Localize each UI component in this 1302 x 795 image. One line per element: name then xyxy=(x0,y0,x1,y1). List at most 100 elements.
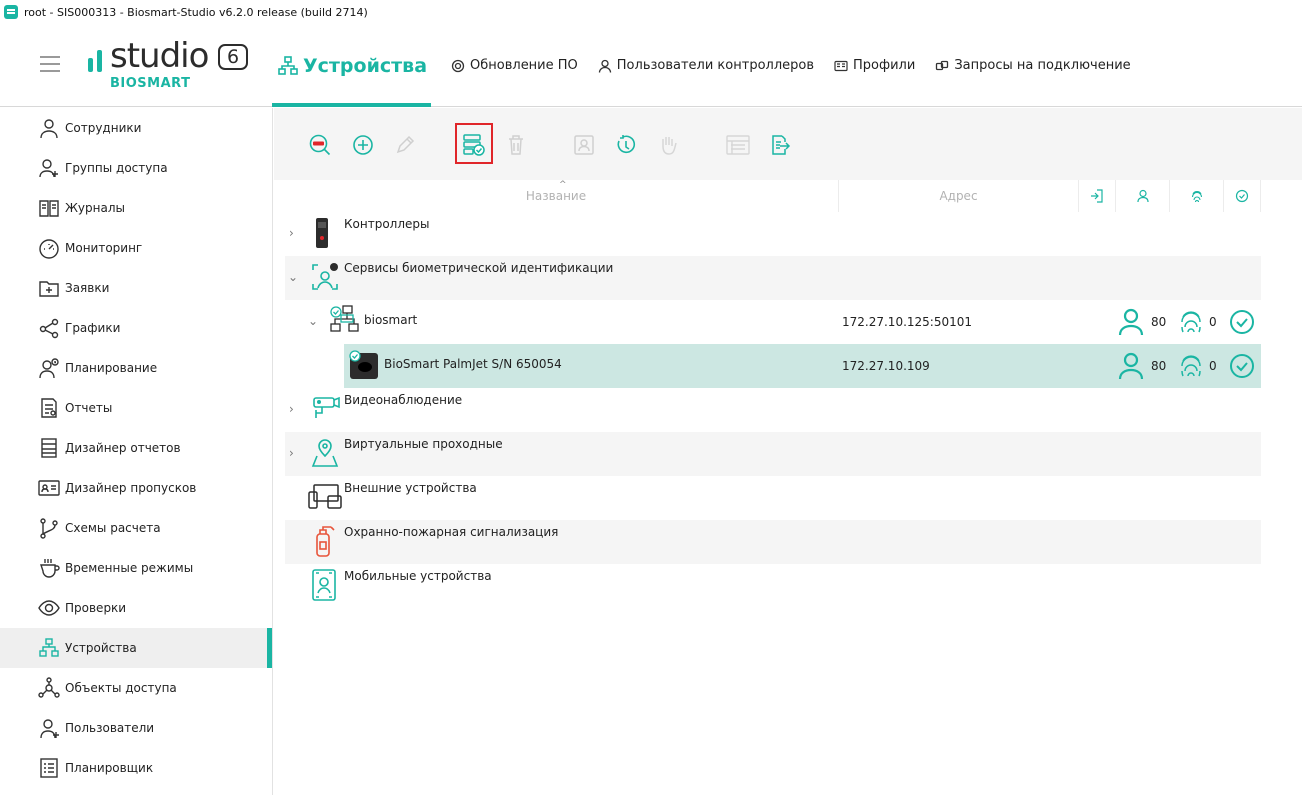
nav-tab-profiles[interactable]: Профили xyxy=(834,24,915,107)
chevron-right-icon[interactable]: › xyxy=(289,402,294,416)
nav-tab-label: Пользователи контроллеров xyxy=(616,58,815,73)
sidebar-item-label: Отчеты xyxy=(65,401,113,415)
window-title: root - SIS000313 - Biosmart-Studio v6.2.… xyxy=(24,5,368,19)
nav-tab-devices[interactable]: Устройства xyxy=(272,24,432,107)
server-network-icon xyxy=(330,305,359,332)
tree-row-biosmart[interactable]: ⌄ biosmart 172.27.10.125:50101 80 0 xyxy=(285,300,1261,344)
sidebar-item-label: Журналы xyxy=(65,201,125,215)
palmjet-device-icon xyxy=(349,350,378,379)
sidebar-item-5[interactable]: Графики xyxy=(0,308,272,348)
tree-row-fire[interactable]: Охранно-пожарная сигнализация xyxy=(285,520,1261,564)
sidebar-item-0[interactable]: Сотрудники xyxy=(0,108,272,148)
report-designer-icon xyxy=(38,437,60,459)
tree-row-external[interactable]: Внешние устройства xyxy=(285,476,1261,520)
sidebar-item-13[interactable]: Устройства xyxy=(0,628,272,668)
column-name-label: Название xyxy=(525,189,587,203)
book-icon xyxy=(38,197,60,219)
column-fingerprints[interactable] xyxy=(1170,180,1224,212)
sidebar-item-6[interactable]: Планирование xyxy=(0,348,272,388)
toolbar xyxy=(274,108,1302,180)
tree-row-controllers[interactable]: › Контроллеры xyxy=(285,212,1261,256)
hamburger-menu-icon[interactable] xyxy=(40,56,60,72)
tree-row-palmjet[interactable]: BioSmart PalmJet S/N 650054 172.27.10.10… xyxy=(344,344,1261,388)
sidebar-item-label: Группы доступа xyxy=(65,161,168,175)
column-login[interactable] xyxy=(1079,180,1116,212)
plus-circle-icon xyxy=(353,135,373,155)
nav-tab-label: Устройства xyxy=(303,54,428,77)
tree-row-video[interactable]: › Видеонаблюдение xyxy=(285,388,1261,432)
device-check-button[interactable] xyxy=(462,133,486,157)
chevron-down-icon[interactable]: ⌄ xyxy=(308,314,318,328)
users-count: 80 xyxy=(1151,359,1167,373)
sidebar-item-label: Планировщик xyxy=(65,761,154,775)
sidebar-item-11[interactable]: Временные режимы xyxy=(0,548,272,588)
sidebar-item-label: Мониторинг xyxy=(65,241,143,255)
sidebar-item-4[interactable]: Заявки xyxy=(0,268,272,308)
nav-tab-update[interactable]: Обновление ПО xyxy=(451,24,578,107)
tree-row-label: Контроллеры xyxy=(344,217,430,231)
nav-tab-requests[interactable]: Запросы на подключение xyxy=(935,24,1131,107)
tree-row-virtual[interactable]: › Виртуальные проходные xyxy=(285,432,1261,476)
sidebar-item-label: Сотрудники xyxy=(65,121,142,135)
sidebar-item-2[interactable]: Журналы xyxy=(0,188,272,228)
sidebar-item-3[interactable]: Мониторинг xyxy=(0,228,272,268)
sidebar-item-10[interactable]: Схемы расчета xyxy=(0,508,272,548)
sidebar-item-12[interactable]: Проверки xyxy=(0,588,272,628)
chevron-right-icon[interactable]: › xyxy=(289,446,294,460)
check-circle-icon xyxy=(1230,310,1254,334)
folder-plus-icon xyxy=(38,277,60,299)
users-count: 80 xyxy=(1151,315,1167,329)
export-button[interactable] xyxy=(768,133,792,157)
tree-row-label: Внешние устройства xyxy=(344,481,477,495)
touch-sync-icon xyxy=(617,135,636,154)
sidebar-item-label: Пользователи xyxy=(65,721,155,735)
share-icon xyxy=(38,317,60,339)
column-users[interactable] xyxy=(1116,180,1170,212)
sidebar-item-1[interactable]: Группы доступа xyxy=(0,148,272,188)
network-icon xyxy=(278,55,298,75)
edit-button[interactable] xyxy=(393,133,417,157)
sidebar-item-15[interactable]: Пользователи xyxy=(0,708,272,748)
logo-version: 6 xyxy=(218,44,248,70)
sidebar-item-label: Проверки xyxy=(65,601,127,615)
check-circle-icon xyxy=(1235,189,1249,203)
nav-tab-controller-users[interactable]: Пользователи контроллеров xyxy=(598,24,814,107)
chevron-down-icon[interactable]: ⌄ xyxy=(288,270,298,284)
sidebar-item-9[interactable]: Дизайнер пропусков xyxy=(0,468,272,508)
person-icon xyxy=(1118,308,1144,336)
user-card-button[interactable] xyxy=(572,133,596,157)
tree-row-label: biosmart xyxy=(364,313,418,327)
fingerprints-count: 0 xyxy=(1209,315,1217,329)
column-address[interactable]: Адрес xyxy=(839,180,1079,212)
sidebar-item-16[interactable]: Планировщик xyxy=(0,748,272,788)
tree-row-bio-services[interactable]: ⌄ Сервисы биометрической идентификации xyxy=(285,256,1261,300)
table-view-button[interactable] xyxy=(726,133,750,157)
add-button[interactable] xyxy=(351,133,375,157)
check-circle-icon xyxy=(1230,354,1254,378)
chevron-right-icon[interactable]: › xyxy=(289,226,294,240)
person-icon xyxy=(1136,189,1149,203)
fingerprint-icon xyxy=(1181,355,1201,377)
person-icon xyxy=(1118,352,1144,380)
address-cell: 172.27.10.109 xyxy=(842,359,930,373)
sidebar-item-label: Схемы расчета xyxy=(65,521,161,535)
column-address-label: Адрес xyxy=(939,189,978,203)
top-nav: Устройства Обновление ПО Пользователи ко… xyxy=(272,24,1151,107)
tree-row-mobile[interactable]: Мобильные устройства xyxy=(285,564,1261,608)
person-clock-icon xyxy=(38,357,60,379)
sidebar-item-7[interactable]: Отчеты xyxy=(0,388,272,428)
delete-button[interactable] xyxy=(504,133,528,157)
sidebar-item-14[interactable]: Объекты доступа xyxy=(0,668,272,708)
sidebar-item-8[interactable]: Дизайнер отчетов xyxy=(0,428,272,468)
devices-icon xyxy=(308,484,342,509)
table-icon xyxy=(726,135,750,155)
column-status[interactable] xyxy=(1224,180,1261,212)
auto-search-button[interactable] xyxy=(308,133,332,157)
palm-button[interactable] xyxy=(656,133,680,157)
sidebar-item-label: Устройства xyxy=(65,641,137,655)
title-bar: root - SIS000313 - Biosmart-Studio v6.2.… xyxy=(0,0,1302,24)
column-name[interactable]: Название xyxy=(274,180,839,212)
sync-button[interactable] xyxy=(614,133,638,157)
person-icon xyxy=(598,59,611,73)
palm-icon xyxy=(662,137,677,155)
